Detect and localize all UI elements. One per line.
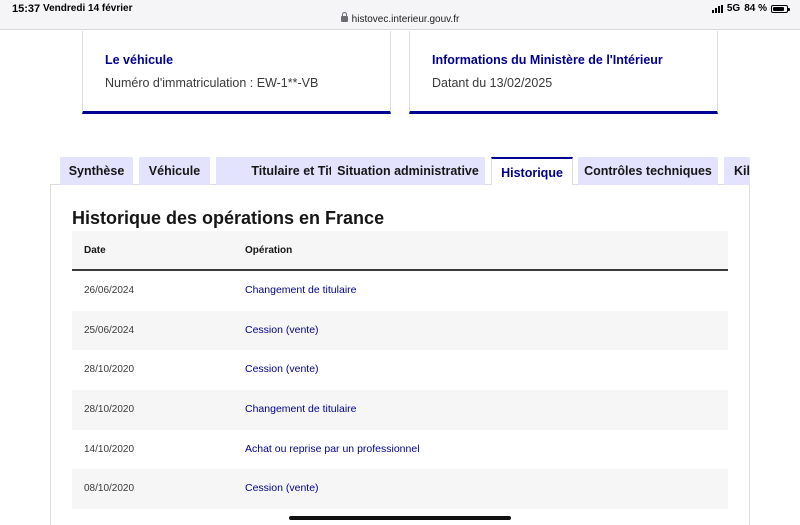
tab-historique[interactable]: Historique (491, 157, 573, 185)
row-operation-link[interactable]: Achat ou reprise par un professionnel (245, 443, 420, 455)
table-header: Date Opération (72, 231, 728, 271)
ministry-card-title: Informations du Ministère de l'Intérieur (432, 53, 663, 67)
row-date: 08/10/2020 (84, 483, 135, 495)
ministry-card-text: Datant du 13/02/2025 (432, 76, 553, 90)
row-date: 28/10/2020 (84, 404, 135, 416)
row-operation-link[interactable]: Cession (vente) (245, 482, 319, 494)
table-row: 14/10/2020 Achat ou reprise par un profe… (72, 430, 728, 470)
tab-vehicule[interactable]: Véhicule (139, 157, 210, 185)
tab-situation[interactable]: Situation administrative (331, 157, 485, 185)
battery-label: 84 % (744, 3, 767, 14)
row-operation-link[interactable]: Cession (vente) (245, 324, 319, 336)
signal-icon (711, 4, 723, 13)
table-row: 08/10/2020 Cession (vente) (72, 469, 728, 510)
table-row: 25/06/2024 Cession (vente) (72, 310, 728, 351)
header-date: Date (84, 245, 106, 256)
status-bar: 15:37 Vendredi 14 février histovec.inter… (0, 0, 800, 30)
tab-list: Synthèse Véhicule Titulaire et Titre Sit… (60, 157, 750, 185)
row-operation-link[interactable]: Changement de titulaire (245, 403, 357, 415)
status-date: Vendredi 14 février (43, 3, 133, 14)
vehicle-card-text: Numéro d'immatriculation : EW-1**-VB (105, 76, 319, 90)
row-operation-link[interactable]: Cession (vente) (245, 363, 319, 375)
status-indicators: 5G 84 % (711, 3, 790, 14)
table-row: 28/10/2020 Changement de titulaire (72, 390, 728, 430)
network-label: 5G (726, 3, 741, 14)
battery-icon (771, 4, 790, 13)
url-text: histovec.interieur.gouv.fr (351, 14, 460, 25)
header-operation: Opération (245, 245, 293, 256)
tab-controles[interactable]: Contrôles techniques (578, 157, 718, 185)
row-operation-link[interactable]: Changement de titulaire (245, 284, 357, 296)
section-title: Historique des opérations en France (72, 208, 385, 228)
ministry-card: Informations du Ministère de l'Intérieur… (409, 31, 718, 114)
row-date: 14/10/2020 (84, 443, 135, 455)
row-date: 28/10/2020 (84, 364, 135, 376)
address-bar[interactable]: histovec.interieur.gouv.fr (0, 12, 800, 25)
row-date: 26/06/2024 (84, 285, 135, 296)
table-row: 28/10/2020 Cession (vente) (72, 350, 728, 390)
tab-synthese[interactable]: Synthèse (60, 157, 133, 185)
battery-fill (773, 6, 784, 11)
tab-kilometrage[interactable]: Kilo (724, 157, 750, 185)
home-indicator[interactable] (289, 516, 511, 520)
row-date: 25/06/2024 (84, 324, 135, 336)
table-row: 26/06/2024 Changement de titulaire (72, 271, 728, 311)
history-table: Date Opération 26/06/2024 Changement de … (72, 231, 728, 510)
vehicle-card-title: Le véhicule (105, 53, 174, 67)
vehicle-card: Le véhicule Numéro d'immatriculation : E… (82, 31, 391, 114)
lock-icon (340, 12, 348, 22)
